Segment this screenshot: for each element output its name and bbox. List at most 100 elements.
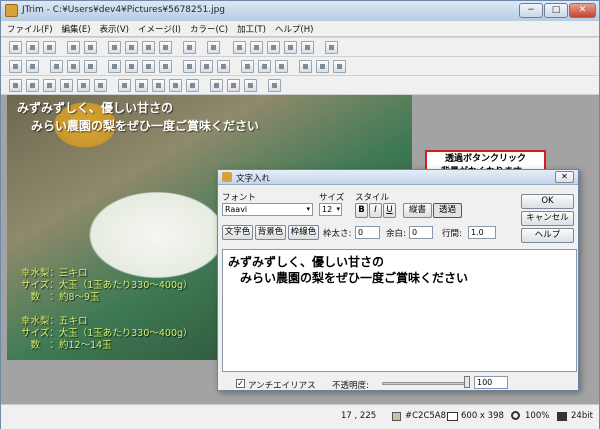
rotate-left-icon[interactable] [50,60,63,73]
font-label: フォント [222,193,257,203]
title-bar: JTrim - C:¥Users¥dev4¥Pictures¥5678251.j… [1,1,599,21]
rotate-icon[interactable] [267,41,280,54]
cancel-button[interactable]: キャンセル [521,211,574,226]
options-icon[interactable] [325,41,338,54]
pencil-icon[interactable] [299,60,312,73]
copy-icon[interactable] [125,41,138,54]
text-color-button[interactable]: 文字色 [222,225,253,240]
noise-icon[interactable] [241,60,254,73]
zoom-icon[interactable] [210,79,223,92]
blur-icon[interactable] [159,60,172,73]
select-all-icon[interactable] [233,41,246,54]
font-select[interactable]: Raavi ▾ [222,203,313,216]
new-file-icon[interactable] [9,41,22,54]
image-text-line-2: みらい農園の梨をぜひ一度ご賞味ください [31,119,260,133]
wave-icon[interactable] [275,60,288,73]
open-file-icon[interactable] [26,41,39,54]
cut-icon[interactable] [108,41,121,54]
flip-horizontal-icon[interactable] [9,60,22,73]
underline-button[interactable]: U [383,203,396,218]
trim-icon[interactable] [284,41,297,54]
oil-paint-icon[interactable] [258,60,271,73]
zoom-in-icon[interactable] [227,79,240,92]
vertical-writing-button[interactable]: 縦書 [403,203,432,218]
margin-field[interactable]: 0 [409,226,433,239]
menu-edit[interactable]: 編集(E) [62,23,91,35]
status-color: #C2C5A8 [405,411,447,421]
zoom-out-icon[interactable] [244,79,257,92]
frame-width-field[interactable]: 0 [355,226,380,239]
save-file-icon[interactable] [43,41,56,54]
style-label: スタイル [355,193,390,203]
line-spacing-label: 行間: [442,229,462,239]
rotate-free-icon[interactable] [84,60,97,73]
frame-color-button[interactable]: 枠線色 [288,225,319,240]
sepia-icon[interactable] [26,79,39,92]
toolbar-row-2 [1,57,599,76]
menu-bar: ファイル(F) 編集(E) 表示(V) イメージ(I) カラー(C) 加工(T)… [1,21,599,37]
lens-icon[interactable] [333,60,346,73]
text-insert-dialog: 文字入れ ✕ フォント Raavi ▾ サイズ 12 ▾ スタイル B I U … [217,169,579,391]
size-select-value: 12 [322,205,333,214]
minimize-button[interactable]: − [519,3,543,18]
transparent-button[interactable]: 透過 [433,203,462,218]
sharpen-icon[interactable] [183,60,196,73]
frame-width-label: 枠太さ: [323,229,352,239]
help-button[interactable]: ヘルプ [521,228,574,243]
menu-process[interactable]: 加工(T) [237,23,266,35]
rotate-right-icon[interactable] [67,60,80,73]
rgb-icon[interactable] [118,79,131,92]
text-insert-icon[interactable] [250,41,263,54]
spiral-icon[interactable] [316,60,329,73]
text-input-area[interactable]: みずみずしく、優しい甘さの みらい農園の梨をぜひ一度ご賞味ください [222,249,577,372]
antialias-checkbox[interactable]: ✓ [236,379,245,388]
chevron-down-icon: ▾ [306,205,310,213]
dialog-title: 文字入れ [236,174,271,184]
print-icon[interactable] [67,41,80,54]
hsv-icon[interactable] [135,79,148,92]
size-select[interactable]: 12 ▾ [319,203,342,216]
gamma-icon[interactable] [94,79,107,92]
close-button[interactable]: ✕ [569,3,596,18]
undo-icon[interactable] [183,41,196,54]
emboss-icon[interactable] [200,60,213,73]
opacity-slider[interactable] [382,382,468,385]
italic-button[interactable]: I [369,203,382,218]
dialog-close-button[interactable]: ✕ [555,171,574,183]
brightness-icon[interactable] [60,79,73,92]
capture-icon[interactable] [84,41,97,54]
grayscale-icon[interactable] [9,79,22,92]
shadow-icon[interactable] [125,60,138,73]
frame-icon[interactable] [108,60,121,73]
menu-view[interactable]: 表示(V) [100,23,129,35]
flip-vertical-icon[interactable] [26,60,39,73]
mosaic-icon[interactable] [142,60,155,73]
frame-width-value: 0 [358,228,364,237]
margin-value: 0 [412,228,418,237]
background-color-button[interactable]: 背景色 [255,225,286,240]
opacity-slider-thumb[interactable] [464,376,470,388]
ok-button[interactable]: OK [521,194,574,209]
redo-icon[interactable] [207,41,220,54]
resize-icon[interactable] [301,41,314,54]
color-reduce-icon[interactable] [186,79,199,92]
edge-icon[interactable] [217,60,230,73]
image-block-1-line-3: 数 ：約8～9玉 [21,292,100,303]
menu-color[interactable]: カラー(C) [190,23,228,35]
menu-file[interactable]: ファイル(F) [7,23,53,35]
negative-icon[interactable] [43,79,56,92]
image-text-line-1: みずみずしく、優しい甘さの [17,101,174,115]
line-spacing-field[interactable]: 1.0 [468,226,496,239]
menu-help[interactable]: ヘルプ(H) [275,23,314,35]
font-select-value: Raavi [225,205,248,214]
tone-curve-icon[interactable] [169,79,182,92]
contrast-icon[interactable] [77,79,90,92]
paste-icon[interactable] [142,41,155,54]
maximize-button[interactable]: □ [544,3,568,18]
eyedropper-icon[interactable] [268,79,281,92]
level-icon[interactable] [152,79,165,92]
opacity-field[interactable]: 100 [474,376,508,389]
menu-image[interactable]: イメージ(I) [138,23,181,35]
paste-new-icon[interactable] [159,41,172,54]
bold-button[interactable]: B [355,203,368,218]
